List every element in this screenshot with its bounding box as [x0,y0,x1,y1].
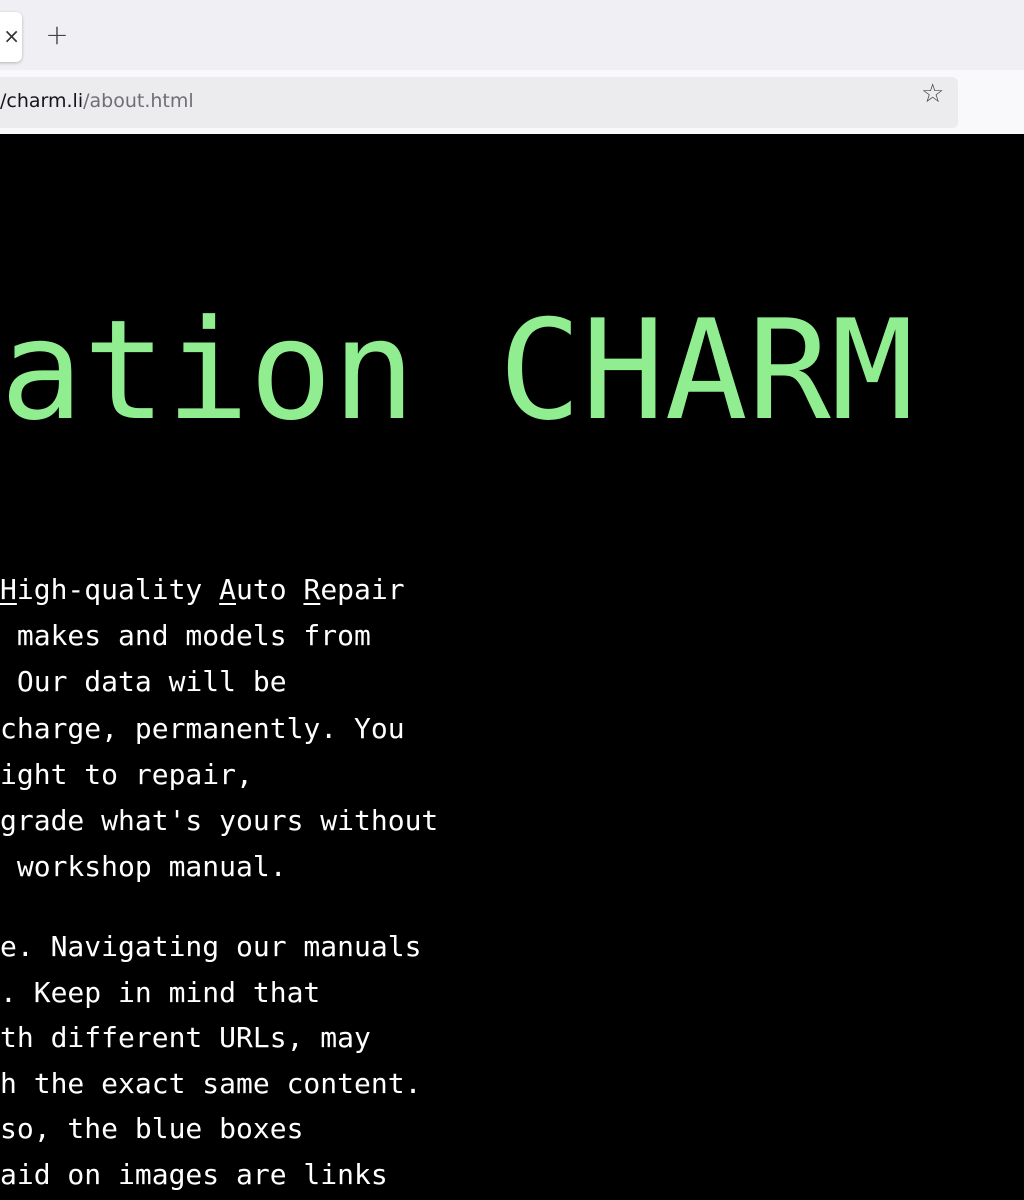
text-line: ight to repair, [0,757,253,791]
acronym-letter: H [0,573,17,606]
text-line: so, the blue boxes [0,1112,304,1145]
url-path: /about.html [83,90,194,112]
address-bar[interactable]: /charm.li/about.html [0,77,958,128]
new-tab-button[interactable]: + [44,20,70,50]
page-title: ation CHARM [0,290,914,451]
text-line: aid on images are links [0,1157,388,1191]
active-tab[interactable]: × [0,12,22,62]
intro-paragraph: High-quality Auto Repair makes and model… [0,567,438,890]
text-line: . Keep in mind that [0,975,321,1009]
acronym-letter: A [219,573,237,606]
text-line: charge, permanently. You [0,711,405,745]
text-line: e. Navigating our manuals [0,930,422,963]
navigation-bar: /charm.li/about.html ☆ [0,70,1024,134]
navigation-paragraph: e. Navigating our manuals . Keep in mind… [0,924,421,1197]
url-host: /charm.li [0,90,84,112]
text-line: Our data will be [0,665,287,699]
text-line: High-quality Auto Repair [0,567,438,613]
url-text[interactable]: /charm.li/about.html [0,90,194,112]
text-span: uto [236,573,304,606]
text-line: makes and models from [0,619,371,653]
text-line: grade what's yours without [0,803,439,837]
tab-close-button[interactable]: × [3,24,20,48]
tab-strip: × + [0,0,1024,70]
text-line: workshop manual. [0,850,287,884]
page-content: ation CHARM High-quality Auto Repair mak… [0,134,1024,1200]
text-span: epair [320,573,405,606]
text-span: igh-quality [16,573,220,606]
text-line: h the exact same content. [0,1066,422,1100]
star-icon[interactable]: ☆ [921,79,944,109]
acronym-letter: R [303,573,321,606]
text-line: th different URLs, may [0,1021,371,1054]
